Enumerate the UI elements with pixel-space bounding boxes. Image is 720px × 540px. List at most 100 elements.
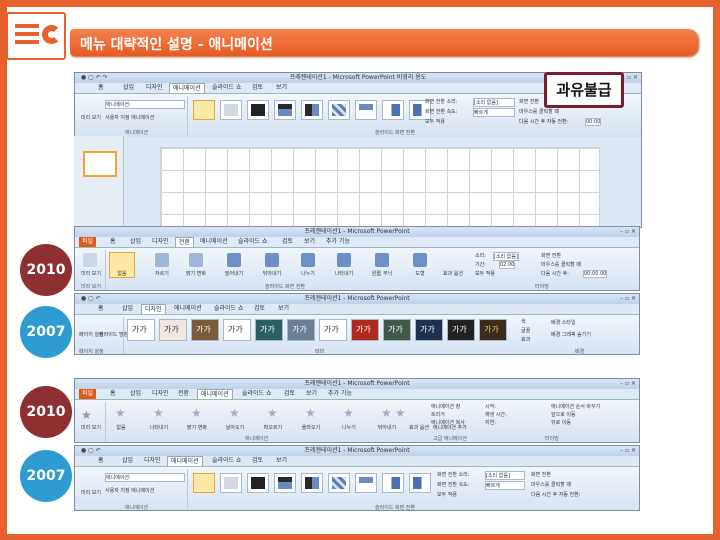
reveal-icon[interactable] (337, 253, 351, 267)
anim-appear-star-icon[interactable]: ★ (153, 406, 164, 420)
tab-insert[interactable]: 삽입 (119, 304, 136, 314)
anim-float-star-icon[interactable]: ★ (267, 406, 278, 420)
tab-animation[interactable]: 애니메이션 (197, 237, 231, 247)
transition-checker[interactable] (328, 100, 350, 120)
tab-file[interactable]: 파일 (79, 389, 97, 399)
apply-all-button[interactable]: 모두 적용 (437, 491, 457, 498)
transition-push[interactable] (355, 100, 377, 120)
transition-cut[interactable] (274, 473, 296, 493)
theme-11[interactable]: 가가 (447, 319, 475, 341)
tab-addins[interactable]: 추가 기능 (325, 389, 355, 399)
tab-review[interactable]: 검토 (281, 389, 298, 399)
transition-speed-select[interactable]: 빠르게 (485, 481, 525, 490)
theme-fonts-button[interactable]: 글꼴 (521, 327, 530, 334)
quick-access-toolbar[interactable]: ● ▢ ↶ (81, 295, 101, 302)
anim-fly-star-icon[interactable]: ★ (229, 406, 240, 420)
anim-rise-star-icon[interactable]: ★ (305, 406, 316, 420)
after-label[interactable]: 다음 시간 후: (541, 270, 569, 277)
window-controls[interactable]: – ▫ ✕ (622, 74, 638, 81)
tab-view[interactable]: 보기 (273, 83, 290, 93)
slide-canvas[interactable] (160, 147, 600, 227)
after-time-input[interactable]: 00:00 (585, 118, 602, 126)
animation-dropdown[interactable]: 애니메이션: (105, 100, 185, 109)
shred-icon[interactable] (375, 253, 389, 267)
window-controls[interactable]: – ▫ ✕ (620, 380, 636, 387)
theme-10[interactable]: 가가 (415, 319, 443, 341)
anim-wipe-star-icon[interactable]: ★ (381, 406, 392, 420)
theme-12[interactable]: 가가 (479, 319, 507, 341)
tab-slideshow[interactable]: 슬라이드 쇼 (235, 237, 271, 247)
tab-home[interactable]: 홈 (95, 456, 107, 466)
background-styles-button[interactable]: 배경 스타일 (551, 319, 576, 326)
transition-sound-select[interactable]: [소리 없음] (485, 471, 525, 480)
custom-animation-button[interactable]: 사용자 지정 애니메이션 (105, 114, 154, 121)
tab-home[interactable]: 홈 (107, 389, 119, 399)
transition-sound-select[interactable]: [소리 없음] (473, 98, 515, 107)
transition-none[interactable] (193, 100, 215, 120)
tab-view[interactable]: 보기 (275, 304, 292, 314)
effect-options-button[interactable]: 효과 옵션 (409, 424, 429, 431)
tab-design[interactable]: 디자인 (149, 389, 172, 399)
tab-slideshow[interactable]: 슬라이드 쇼 (239, 389, 275, 399)
theme-5[interactable]: 가가 (255, 319, 283, 341)
custom-animation-button[interactable]: 사용자 지정 애니메이션 (105, 487, 154, 494)
tab-review[interactable]: 검토 (279, 237, 296, 247)
tab-transitions[interactable]: 전환 (175, 389, 192, 399)
theme-3[interactable]: 가가 (191, 319, 219, 341)
preview-button[interactable]: 미리 보기 (81, 270, 101, 277)
split-icon[interactable] (301, 253, 315, 267)
tab-view[interactable]: 보기 (273, 456, 290, 466)
theme-effects-button[interactable]: 효과 (521, 336, 530, 343)
theme-6[interactable]: 가가 (287, 319, 315, 341)
transition-fade[interactable] (220, 100, 242, 120)
on-click-checkbox[interactable]: 마우스를 클릭할 때 (541, 261, 581, 268)
cut-icon[interactable] (155, 253, 169, 267)
transition-speed-select[interactable]: 빠르게 (473, 108, 515, 117)
tab-insert[interactable]: 삽입 (120, 83, 137, 93)
tab-design[interactable]: 디자인 (141, 456, 164, 466)
tab-home[interactable]: 홈 (95, 83, 107, 93)
quick-access-toolbar[interactable]: ● ▢ ↶ (81, 447, 101, 454)
tab-slideshow[interactable]: 슬라이드 쇼 (209, 83, 245, 93)
tab-animation[interactable]: 애니메이션 (171, 304, 205, 314)
tab-design[interactable]: 디자인 (143, 83, 166, 93)
after-time-checkbox[interactable]: 다음 시간 후 자동 전환: (519, 118, 568, 125)
theme-4[interactable]: 가가 (223, 319, 251, 341)
transition-checker[interactable] (328, 473, 350, 493)
theme-2[interactable]: 가가 (159, 319, 187, 341)
tab-insert[interactable]: 삽입 (127, 237, 144, 247)
slide-thumbnail[interactable] (83, 151, 117, 177)
apply-all-button[interactable]: 모두 적용 (425, 118, 445, 125)
anim-none-star-icon[interactable]: ★ (115, 406, 126, 420)
tab-view[interactable]: 보기 (301, 237, 318, 247)
transition-uncover[interactable] (409, 473, 431, 493)
window-controls[interactable]: – ▫ ✕ (620, 295, 636, 302)
animation-painter-button[interactable]: 애니메이션 복사 (431, 419, 465, 426)
transition-cover[interactable] (382, 100, 404, 120)
theme-7[interactable]: 가가 (319, 319, 347, 341)
transition-cut[interactable] (274, 100, 296, 120)
add-animation-star-icon[interactable]: ★ (395, 406, 406, 420)
trigger-button[interactable]: 트리거 (431, 411, 445, 418)
fade-icon[interactable] (189, 253, 203, 267)
transition-fade[interactable] (220, 473, 242, 493)
tab-slideshow[interactable]: 슬라이드 쇼 (211, 304, 247, 314)
transition-push[interactable] (355, 473, 377, 493)
tab-home[interactable]: 홈 (107, 237, 119, 247)
tab-design[interactable]: 디자인 (149, 237, 172, 247)
animation-pane-button[interactable]: 애니메이션 창 (431, 403, 460, 410)
window-controls[interactable]: – ▫ ✕ (620, 447, 636, 454)
push-icon[interactable] (227, 253, 241, 267)
animation-dropdown[interactable]: 애니메이션: (105, 473, 185, 482)
tab-review[interactable]: 검토 (249, 456, 266, 466)
tab-slideshow[interactable]: 슬라이드 쇼 (209, 456, 245, 466)
transition-none[interactable] (193, 473, 215, 493)
on-click-checkbox[interactable]: 마우스를 클릭할 때 (531, 481, 571, 488)
theme-8[interactable]: 가가 (351, 319, 379, 341)
anim-fade-star-icon[interactable]: ★ (191, 406, 202, 420)
move-later-button[interactable]: 뒤로 이동 (551, 419, 571, 426)
transition-dark[interactable] (247, 473, 269, 493)
after-time-checkbox[interactable]: 다음 시간 후 자동 전환: (531, 491, 580, 498)
transition-dark[interactable] (247, 100, 269, 120)
tab-insert[interactable]: 삽입 (119, 456, 136, 466)
